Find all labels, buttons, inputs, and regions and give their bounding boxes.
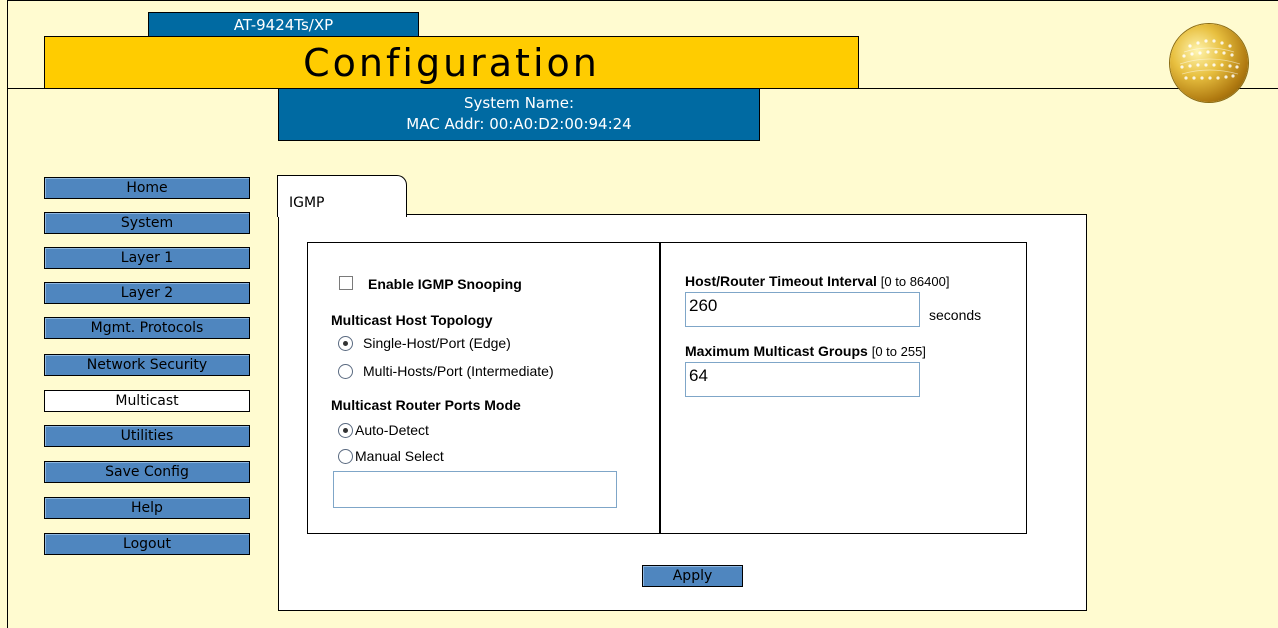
router-manual-select-radio[interactable] <box>338 449 353 464</box>
timeout-interval-input[interactable]: 260 <box>685 292 920 327</box>
nav-network-security-button[interactable]: Network Security <box>44 354 250 376</box>
radio-selected-dot <box>343 341 348 346</box>
page-title: Configuration <box>303 41 600 85</box>
gold-globe-logo-icon <box>1170 24 1248 102</box>
radio-selected-dot <box>343 428 348 433</box>
nav-system-button[interactable]: System <box>44 212 250 234</box>
router-auto-detect-label: Auto-Detect <box>355 422 429 438</box>
topology-single-host-radio[interactable] <box>338 336 353 351</box>
max-groups-heading: Maximum Multicast Groups [0 to 255] <box>685 343 926 359</box>
nav-utilities-button[interactable]: Utilities <box>44 425 250 447</box>
topology-heading: Multicast Host Topology <box>331 312 493 328</box>
nav-home-button[interactable]: Home <box>44 177 250 199</box>
topology-single-host-label: Single-Host/Port (Edge) <box>363 335 511 351</box>
nav-layer1-button[interactable]: Layer 1 <box>44 247 250 269</box>
frame-top-border <box>7 0 1278 1</box>
topology-multi-hosts-label: Multi-Hosts/Port (Intermediate) <box>363 363 554 379</box>
router-ports-heading: Multicast Router Ports Mode <box>331 397 521 413</box>
manual-ports-input[interactable] <box>333 471 617 508</box>
max-groups-input[interactable]: 64 <box>685 362 920 397</box>
router-manual-select-label: Manual Select <box>355 448 444 464</box>
mac-address-label: MAC Addr: 00:A0:D2:00:94:24 <box>406 115 632 133</box>
nav-logout-button[interactable]: Logout <box>44 533 250 555</box>
nav-help-button[interactable]: Help <box>44 497 250 519</box>
enable-igmp-snooping-checkbox[interactable] <box>339 276 353 290</box>
settings-divider <box>659 242 661 534</box>
system-name-label: System Name: <box>463 94 574 112</box>
max-groups-range: [0 to 255] <box>871 344 926 359</box>
panel-top-border <box>406 214 1087 215</box>
timeout-unit-label: seconds <box>929 307 982 323</box>
timeout-interval-heading: Host/Router Timeout Interval [0 to 86400… <box>685 273 949 289</box>
enable-igmp-snooping-label: Enable IGMP Snooping <box>368 276 522 292</box>
max-groups-label: Maximum Multicast Groups <box>685 343 868 359</box>
model-label: AT-9424Ts/XP <box>148 12 419 36</box>
tab-igmp[interactable]: IGMP <box>277 175 407 217</box>
timeout-interval-label: Host/Router Timeout Interval <box>685 273 877 289</box>
nav-layer2-button[interactable]: Layer 2 <box>44 282 250 304</box>
tab-igmp-label: IGMP <box>289 195 325 211</box>
title-bar: Configuration <box>44 36 859 89</box>
timeout-interval-range: [0 to 86400] <box>880 274 950 289</box>
nav-save-config-button[interactable]: Save Config <box>44 461 250 483</box>
router-auto-detect-radio[interactable] <box>338 423 353 438</box>
system-info-bar: System Name: MAC Addr: 00:A0:D2:00:94:24 <box>278 89 760 141</box>
topology-multi-hosts-radio[interactable] <box>338 364 353 379</box>
nav-multicast-button[interactable]: Multicast <box>44 390 250 412</box>
nav-mgmt-protocols-button[interactable]: Mgmt. Protocols <box>44 317 250 339</box>
frame-left-border <box>7 0 8 628</box>
apply-button[interactable]: Apply <box>642 565 743 587</box>
